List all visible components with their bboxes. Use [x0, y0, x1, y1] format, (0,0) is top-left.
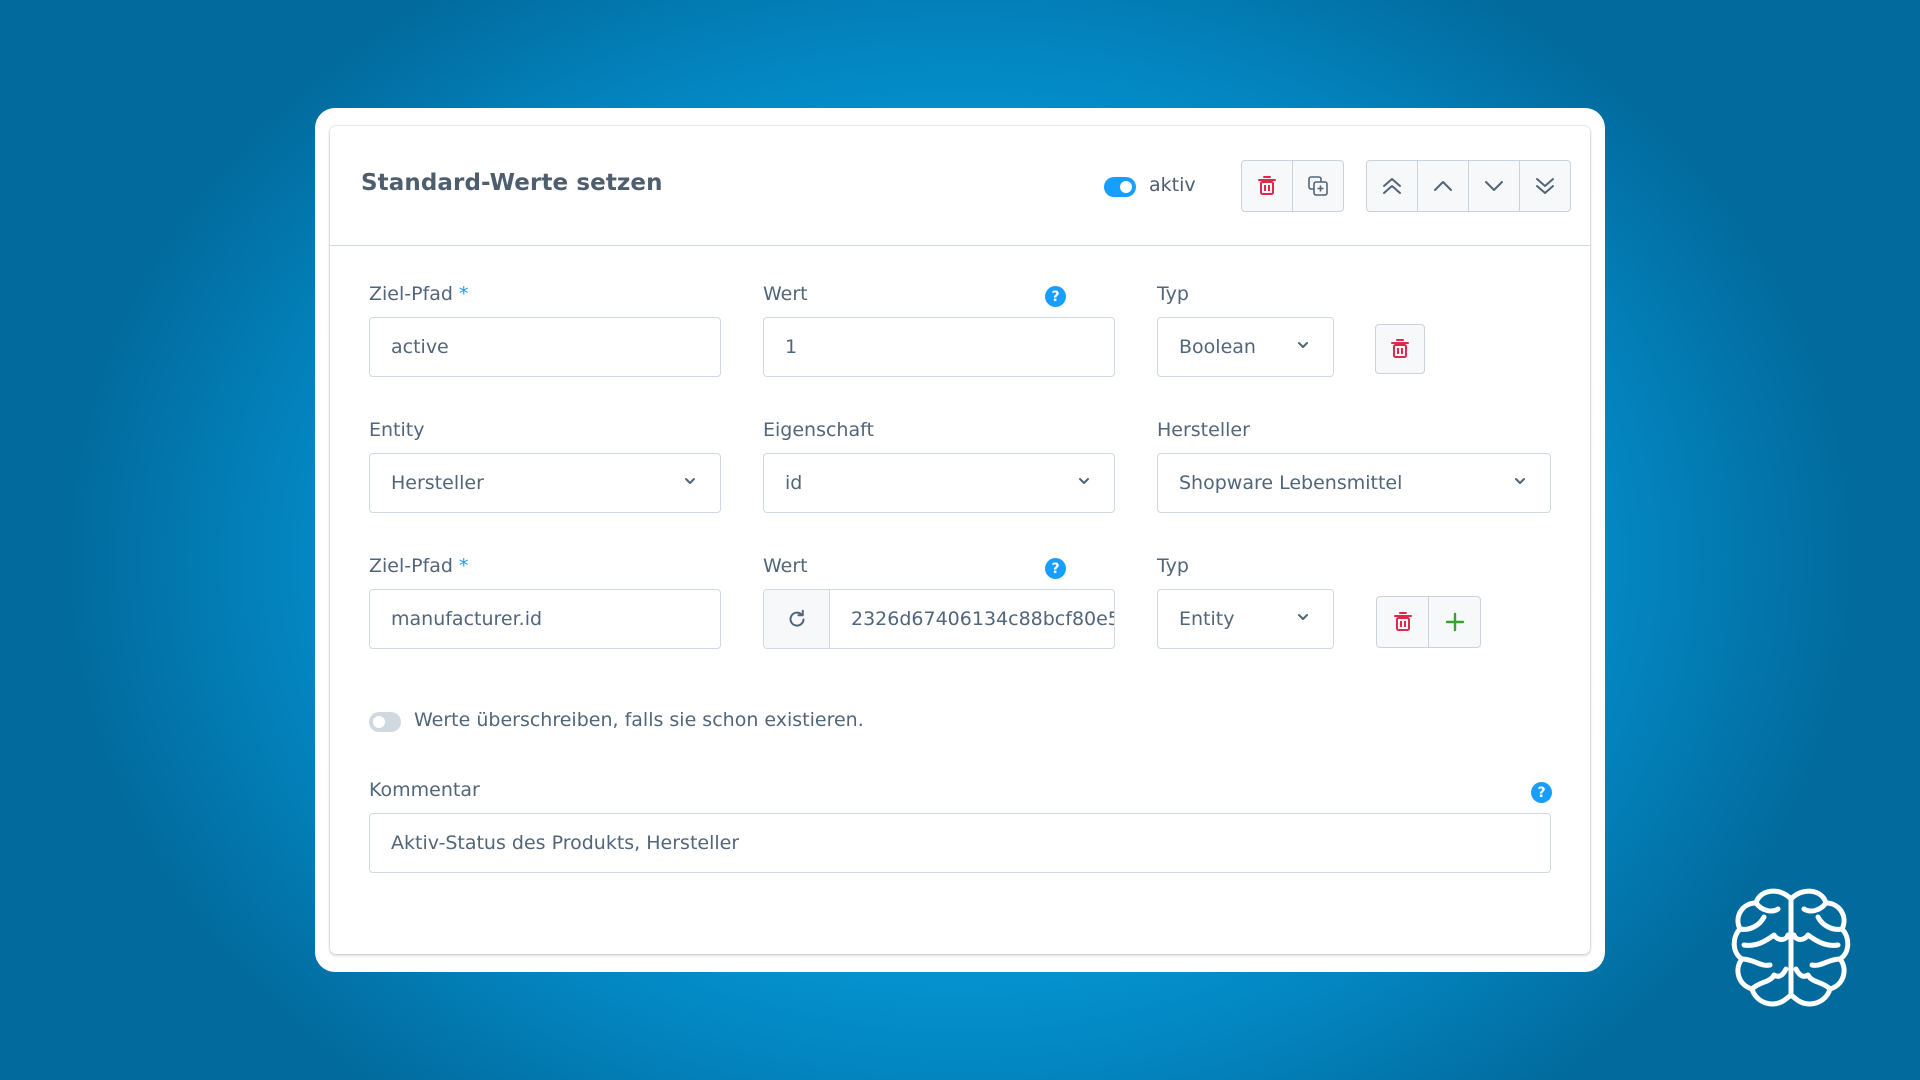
move-bottom-button[interactable]	[1519, 161, 1570, 211]
refresh-button[interactable]	[764, 590, 830, 648]
value-input-value: 1	[785, 336, 798, 358]
brain-icon	[1730, 885, 1852, 1017]
target-path-label: Ziel-Pfad *	[369, 555, 469, 577]
value-label: Wert	[763, 555, 808, 577]
chevron-down-icon	[1076, 473, 1092, 489]
chevron-down-icon	[1295, 609, 1311, 625]
target-path-input[interactable]: manufacturer.id	[369, 589, 721, 649]
double-chevron-up-icon	[1381, 175, 1403, 197]
required-mark: *	[459, 555, 469, 577]
card-header: Standard-Werte setzen aktiv	[330, 126, 1590, 246]
delete-row-button[interactable]	[1375, 324, 1425, 374]
add-row-button[interactable]	[1428, 597, 1480, 647]
entity-select-value: Hersteller	[391, 472, 484, 494]
overwrite-toggle[interactable]	[369, 712, 401, 732]
type-select-value: Boolean	[1179, 336, 1256, 358]
target-path-label-text: Ziel-Pfad	[369, 283, 453, 305]
value-label: Wert	[763, 283, 808, 305]
type-select-value: Entity	[1179, 608, 1235, 630]
row-actions-group	[1376, 596, 1481, 648]
comment-input-value: Aktiv-Status des Produkts, Hersteller	[391, 832, 740, 854]
entity-select[interactable]: Hersteller	[369, 453, 721, 513]
type-select[interactable]: Boolean	[1157, 317, 1334, 377]
type-label: Typ	[1157, 283, 1189, 305]
chevron-down-icon	[1483, 175, 1505, 197]
trash-icon	[1258, 176, 1276, 196]
active-toggle[interactable]	[1104, 177, 1136, 197]
duplicate-icon	[1307, 175, 1329, 197]
target-path-value: active	[391, 336, 449, 358]
chevron-down-icon	[1295, 337, 1311, 353]
active-toggle-label: aktiv	[1149, 174, 1196, 196]
move-top-button[interactable]	[1367, 161, 1417, 211]
card-title: Standard-Werte setzen	[361, 170, 663, 196]
value-input[interactable]: 2326d67406134c88bcf80e5	[830, 590, 1114, 648]
trash-icon	[1391, 339, 1409, 359]
delete-card-button[interactable]	[1242, 161, 1292, 211]
chevron-down-icon	[682, 473, 698, 489]
required-mark: *	[459, 283, 469, 305]
property-select[interactable]: id	[763, 453, 1115, 513]
chevron-up-icon	[1432, 175, 1454, 197]
help-icon[interactable]: ?	[1045, 286, 1066, 307]
help-icon[interactable]: ?	[1531, 782, 1552, 803]
property-select-value: id	[785, 472, 803, 494]
card-frame: Standard-Werte setzen aktiv Ziel-Pfad * …	[315, 108, 1605, 972]
value-input[interactable]: 1	[763, 317, 1115, 377]
value-input-with-refresh: 2326d67406134c88bcf80e5	[763, 589, 1115, 649]
type-select[interactable]: Entity	[1157, 589, 1334, 649]
duplicate-card-button[interactable]	[1292, 161, 1343, 211]
move-up-button[interactable]	[1417, 161, 1468, 211]
target-path-label-text: Ziel-Pfad	[369, 555, 453, 577]
card-actions-group	[1241, 160, 1344, 212]
toggle-knob	[1120, 181, 1132, 193]
value-input-value: 2326d67406134c88bcf80e5	[851, 608, 1114, 630]
property-label: Eigenschaft	[763, 419, 874, 441]
default-values-card: Standard-Werte setzen aktiv Ziel-Pfad * …	[330, 126, 1590, 954]
target-path-label: Ziel-Pfad *	[369, 283, 469, 305]
manufacturer-label: Hersteller	[1157, 419, 1250, 441]
delete-row-button[interactable]	[1377, 597, 1428, 647]
manufacturer-select-value: Shopware Lebensmittel	[1179, 472, 1403, 494]
toggle-knob	[373, 716, 385, 728]
comment-label: Kommentar	[369, 779, 480, 801]
chevron-down-icon	[1512, 473, 1528, 489]
type-label: Typ	[1157, 555, 1189, 577]
manufacturer-select[interactable]: Shopware Lebensmittel	[1157, 453, 1551, 513]
double-chevron-down-icon	[1534, 175, 1556, 197]
target-path-value: manufacturer.id	[391, 608, 543, 630]
plus-icon	[1444, 611, 1466, 633]
help-icon[interactable]: ?	[1045, 558, 1066, 579]
move-down-button[interactable]	[1468, 161, 1519, 211]
refresh-icon	[787, 609, 807, 629]
entity-label: Entity	[369, 419, 425, 441]
move-actions-group	[1366, 160, 1571, 212]
overwrite-toggle-label: Werte überschreiben, falls sie schon exi…	[414, 709, 864, 731]
trash-icon	[1393, 612, 1412, 632]
comment-input[interactable]: Aktiv-Status des Produkts, Hersteller	[369, 813, 1551, 873]
target-path-input[interactable]: active	[369, 317, 721, 377]
